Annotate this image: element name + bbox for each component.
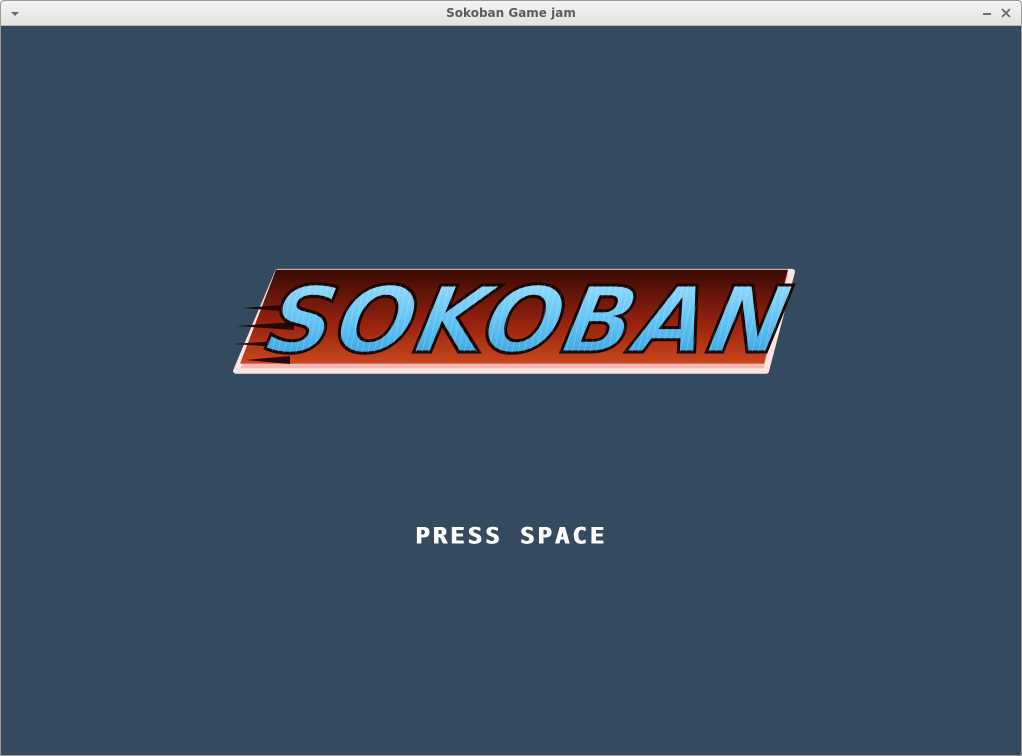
close-icon[interactable] (1000, 7, 1012, 19)
game-canvas[interactable]: SOKOBAN SOKOBAN PRESS SPACE (1, 26, 1021, 755)
chevron-down-icon[interactable] (10, 10, 20, 18)
game-window: Sokoban Game jam SOKOBAN SOKOBAN PRESS S… (0, 0, 1022, 756)
sokoban-logo: SOKOBAN SOKOBAN (233, 265, 803, 374)
minimize-icon[interactable] (981, 7, 993, 19)
logo-text-texture: SOKOBAN (258, 267, 801, 374)
press-space-prompt: PRESS SPACE (415, 523, 607, 549)
window-title: Sokoban Game jam (446, 6, 576, 20)
title-bar[interactable]: Sokoban Game jam (1, 1, 1021, 26)
